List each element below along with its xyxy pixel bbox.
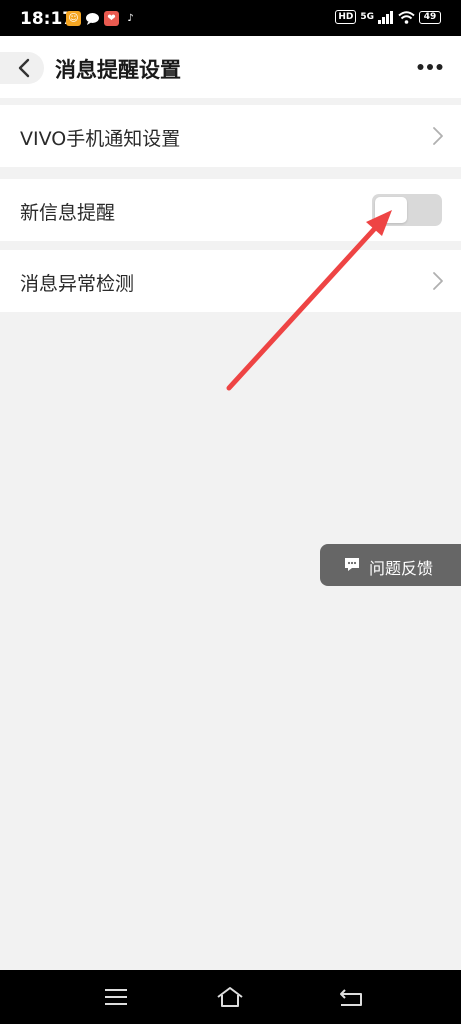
- more-options-button[interactable]: [417, 56, 443, 78]
- feedback-label: 问题反馈: [369, 559, 434, 578]
- menu-icon[interactable]: [102, 984, 130, 1010]
- setting-row-message-anomaly[interactable]: 消息异常检测: [0, 250, 461, 312]
- network-type: 5G: [360, 12, 374, 22]
- red-app-icon: ❤: [104, 11, 119, 26]
- toggle-knob: [375, 197, 407, 223]
- app-header: 消息提醒设置: [0, 36, 461, 98]
- message-icon: [345, 558, 359, 571]
- setting-label: VIVO手机通知设置: [20, 128, 181, 150]
- chevron-right-icon: [433, 127, 443, 145]
- notification-icons: ☺ ❤ ♪: [66, 11, 138, 26]
- setting-row-vivo-notifications[interactable]: VIVO手机通知设置: [0, 105, 461, 167]
- more-dots-icon: [417, 64, 443, 70]
- hd-badge: HD: [335, 10, 357, 24]
- tiktok-icon: ♪: [123, 11, 138, 26]
- feedback-button[interactable]: 问题反馈: [320, 544, 461, 586]
- system-nav-bar: [0, 970, 461, 1024]
- wifi-icon: [398, 10, 415, 24]
- status-indicators: HD 5G 49: [335, 10, 441, 24]
- home-icon[interactable]: [216, 984, 244, 1010]
- setting-row-new-message-alert: 新信息提醒: [0, 179, 461, 241]
- battery-icon: 49: [419, 10, 441, 24]
- back-nav-icon[interactable]: [337, 984, 365, 1010]
- new-message-toggle[interactable]: [372, 194, 442, 226]
- chevron-left-icon: [18, 58, 30, 78]
- signal-icon: [378, 10, 393, 24]
- setting-label: 新信息提醒: [20, 202, 116, 224]
- page-title: 消息提醒设置: [55, 58, 181, 82]
- status-bar: 18:17 ☺ ❤ ♪ HD 5G 49: [0, 0, 461, 36]
- back-button[interactable]: [0, 52, 44, 84]
- chat-bubble-icon: [85, 11, 100, 26]
- setting-label: 消息异常检测: [20, 273, 135, 295]
- app-notification-icon: ☺: [66, 11, 81, 26]
- chevron-right-icon: [433, 272, 443, 290]
